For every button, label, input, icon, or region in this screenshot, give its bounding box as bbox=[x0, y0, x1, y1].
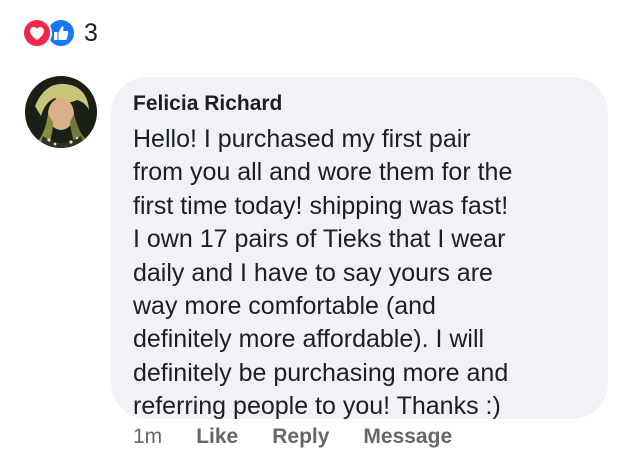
comment-actions: 1m Like Reply Message bbox=[133, 425, 486, 449]
comment-author[interactable]: Felicia Richard bbox=[133, 91, 586, 117]
comment-screen: 3 Felicia Richard Hello! I purchased my … bbox=[0, 0, 640, 472]
comment-line: first time today! shipping was fast! bbox=[133, 191, 509, 220]
comment-line: definitely be purchasing more and bbox=[133, 358, 509, 387]
comment-line: I own 17 pairs of Tieks that I wear bbox=[133, 225, 506, 254]
reply-button[interactable]: Reply bbox=[272, 425, 329, 449]
comment-bubble: Felicia Richard Hello! I purchased my fi… bbox=[111, 77, 608, 420]
comment-line: from you all and wore them for the bbox=[133, 158, 513, 187]
message-button[interactable]: Message bbox=[363, 425, 452, 449]
comment-line: definitely more affordable). I will bbox=[133, 325, 485, 354]
heart-icon bbox=[22, 18, 52, 48]
reactions-summary[interactable]: 3 bbox=[22, 17, 98, 49]
comment-line: referring people to you! Thanks :) bbox=[133, 392, 501, 421]
like-button[interactable]: Like bbox=[196, 425, 238, 449]
comment-line: way more comfortable (and bbox=[133, 292, 436, 321]
reaction-count: 3 bbox=[84, 18, 98, 47]
comment-line: daily and I have to say yours are bbox=[133, 258, 493, 287]
comment-line: Hello! I purchased my first pair bbox=[133, 125, 471, 153]
avatar[interactable] bbox=[25, 76, 97, 148]
comment-timestamp[interactable]: 1m bbox=[133, 425, 162, 449]
comment-text: Hello! I purchased my first pair from yo… bbox=[133, 123, 586, 424]
